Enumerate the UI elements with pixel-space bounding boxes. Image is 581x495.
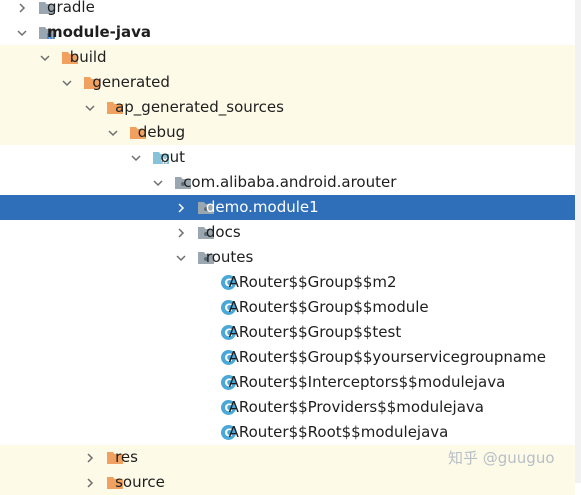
tree-row-label: out: [160, 148, 186, 166]
tree-row[interactable]: C ARouter$$Root$$modulejava: [0, 420, 575, 445]
tree-row[interactable]: C ARouter$$Group$$m2: [0, 270, 575, 295]
tree-row[interactable]: gradle: [0, 0, 575, 20]
tree-row-label: debug: [137, 123, 186, 141]
scrollbar-track[interactable]: [575, 0, 581, 483]
chevron-right-icon[interactable]: [173, 220, 189, 245]
tree-row-label: ARouter$$Group$$yourservicegroupname: [228, 348, 546, 366]
tree-row-label: ARouter$$Group$$module: [228, 298, 429, 316]
tree-row-label: ARouter$$Group$$test: [228, 323, 402, 341]
chevron-down-icon[interactable]: [82, 95, 98, 120]
tree-row[interactable]: C ARouter$$Providers$$modulejava: [0, 395, 575, 420]
tree-row[interactable]: generated: [0, 70, 575, 95]
tree-row-label: gradle: [47, 0, 95, 16]
tree-row-label: ARouter$$Root$$modulejava: [228, 423, 449, 441]
chevron-right-icon[interactable]: [82, 445, 98, 470]
tree-row[interactable]: com.alibaba.android.arouter: [0, 170, 575, 195]
tree-row-label: routes: [205, 248, 254, 266]
tree-row[interactable]: build: [0, 45, 575, 70]
chevron-right-icon[interactable]: [14, 0, 30, 20]
chevron-down-icon[interactable]: [37, 45, 53, 70]
tree-row-label: ARouter$$Interceptors$$modulejava: [228, 373, 506, 391]
tree-row[interactable]: routes: [0, 245, 575, 270]
project-tree: gradle module-java build generated ap_genera…: [0, 0, 575, 495]
tree-row-label: ARouter$$Providers$$modulejava: [228, 398, 484, 416]
chevron-down-icon[interactable]: [105, 120, 121, 145]
chevron-down-icon[interactable]: [173, 245, 189, 270]
chevron-down-icon[interactable]: [128, 145, 144, 170]
tree-row[interactable]: debug: [0, 120, 575, 145]
tree-row[interactable]: C ARouter$$Group$$yourservicegroupname: [0, 345, 575, 370]
tree-row[interactable]: out: [0, 145, 575, 170]
chevron-down-icon[interactable]: [59, 70, 75, 95]
tree-row[interactable]: C ARouter$$Interceptors$$modulejava: [0, 370, 575, 395]
tree-row-label: demo.module1: [205, 198, 319, 216]
tree-row-label: docs: [205, 223, 241, 241]
tree-row[interactable]: demo.module1: [0, 195, 575, 220]
tree-row[interactable]: C ARouter$$Group$$test: [0, 320, 575, 345]
chevron-right-icon[interactable]: [173, 195, 189, 220]
tree-row-label: ARouter$$Group$$m2: [228, 273, 397, 291]
tree-row-label: ap_generated_sources: [115, 98, 284, 116]
tree-row-label: build: [69, 48, 107, 66]
tree-row-label: com.alibaba.android.arouter: [183, 173, 397, 191]
tree-row[interactable]: C ARouter$$Group$$module: [0, 295, 575, 320]
tree-row[interactable]: module-java: [0, 20, 575, 45]
chevron-down-icon[interactable]: [150, 170, 166, 195]
watermark: 知乎 @guuguo: [448, 449, 555, 467]
tree-row[interactable]: ap_generated_sources: [0, 95, 575, 120]
tree-row-label: generated: [92, 73, 170, 91]
tree-row-label: module-java: [47, 23, 152, 41]
tree-row-label: res: [115, 448, 138, 466]
chevron-down-icon[interactable]: [14, 20, 30, 45]
tree-row[interactable]: docs: [0, 220, 575, 245]
